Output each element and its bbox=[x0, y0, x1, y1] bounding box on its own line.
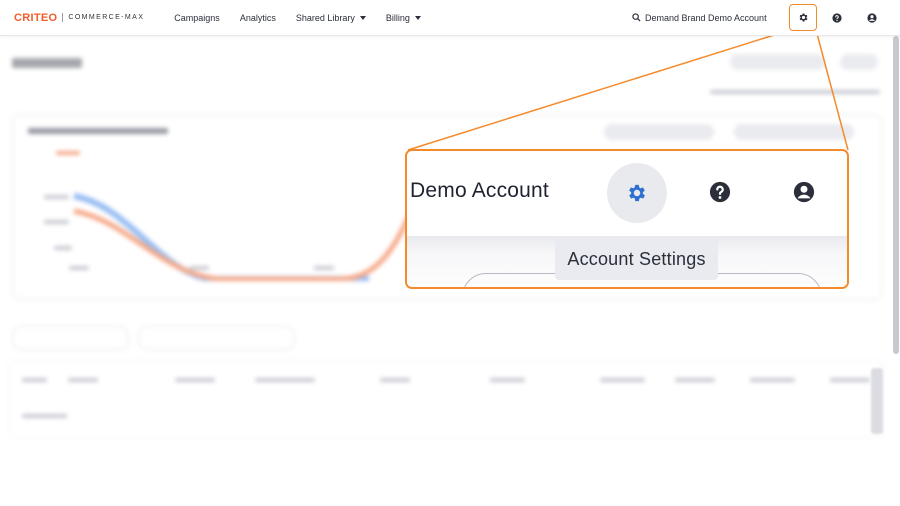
logo-brand: CRITEO bbox=[14, 11, 58, 24]
zoom-callout: Demo Account Account Settings bbox=[405, 149, 849, 289]
nav-shared-library[interactable]: Shared Library bbox=[296, 13, 366, 23]
help-icon bbox=[832, 13, 842, 23]
account-settings-tooltip: Account Settings bbox=[555, 238, 718, 280]
gear-icon bbox=[629, 184, 645, 202]
date-range-placeholder bbox=[730, 54, 825, 70]
callout-settings-button[interactable] bbox=[607, 163, 667, 223]
table-scrollbar[interactable] bbox=[871, 368, 883, 434]
nav-analytics[interactable]: Analytics bbox=[240, 13, 276, 23]
callout-user-button[interactable] bbox=[793, 181, 815, 208]
callout-account-name: Demo Account bbox=[410, 179, 549, 202]
gear-icon bbox=[799, 13, 807, 22]
user-icon bbox=[867, 13, 877, 23]
nav-campaigns[interactable]: Campaigns bbox=[174, 13, 220, 23]
top-navigation-bar: CRITEO COMMERCE-MAX Campaigns Analytics … bbox=[0, 0, 900, 36]
nav-billing[interactable]: Billing bbox=[386, 13, 421, 23]
logo-divider bbox=[62, 13, 64, 22]
help-button[interactable] bbox=[824, 5, 850, 31]
callout-help-button[interactable] bbox=[709, 181, 731, 208]
logo[interactable]: CRITEO COMMERCE-MAX bbox=[14, 12, 144, 24]
help-icon bbox=[709, 181, 731, 203]
nav-campaigns-label: Campaigns bbox=[174, 12, 220, 23]
settings-button[interactable] bbox=[789, 4, 817, 31]
main-nav: Campaigns Analytics Shared Library Billi… bbox=[174, 13, 441, 23]
logo-product: COMMERCE-MAX bbox=[68, 14, 145, 21]
table-placeholder bbox=[10, 362, 882, 436]
account-switcher[interactable]: Demand Brand Demo Account bbox=[632, 0, 767, 35]
filter-placeholder bbox=[840, 54, 878, 70]
nav-shared-library-label: Shared Library bbox=[295, 12, 355, 23]
search-placeholder bbox=[138, 326, 295, 350]
page-scrollbar[interactable] bbox=[893, 36, 899, 354]
account-name: Demand Brand Demo Account bbox=[645, 12, 767, 23]
search-icon bbox=[632, 13, 641, 22]
dropdown-placeholder bbox=[12, 326, 129, 350]
user-icon bbox=[793, 181, 815, 203]
caret-down-icon bbox=[359, 15, 366, 20]
nav-analytics-label: Analytics bbox=[239, 12, 276, 23]
caret-down-icon bbox=[414, 15, 421, 20]
user-menu-button[interactable] bbox=[859, 5, 885, 31]
subtext-placeholder bbox=[710, 90, 880, 94]
nav-billing-label: Billing bbox=[385, 12, 410, 23]
page-title-placeholder bbox=[12, 58, 82, 68]
